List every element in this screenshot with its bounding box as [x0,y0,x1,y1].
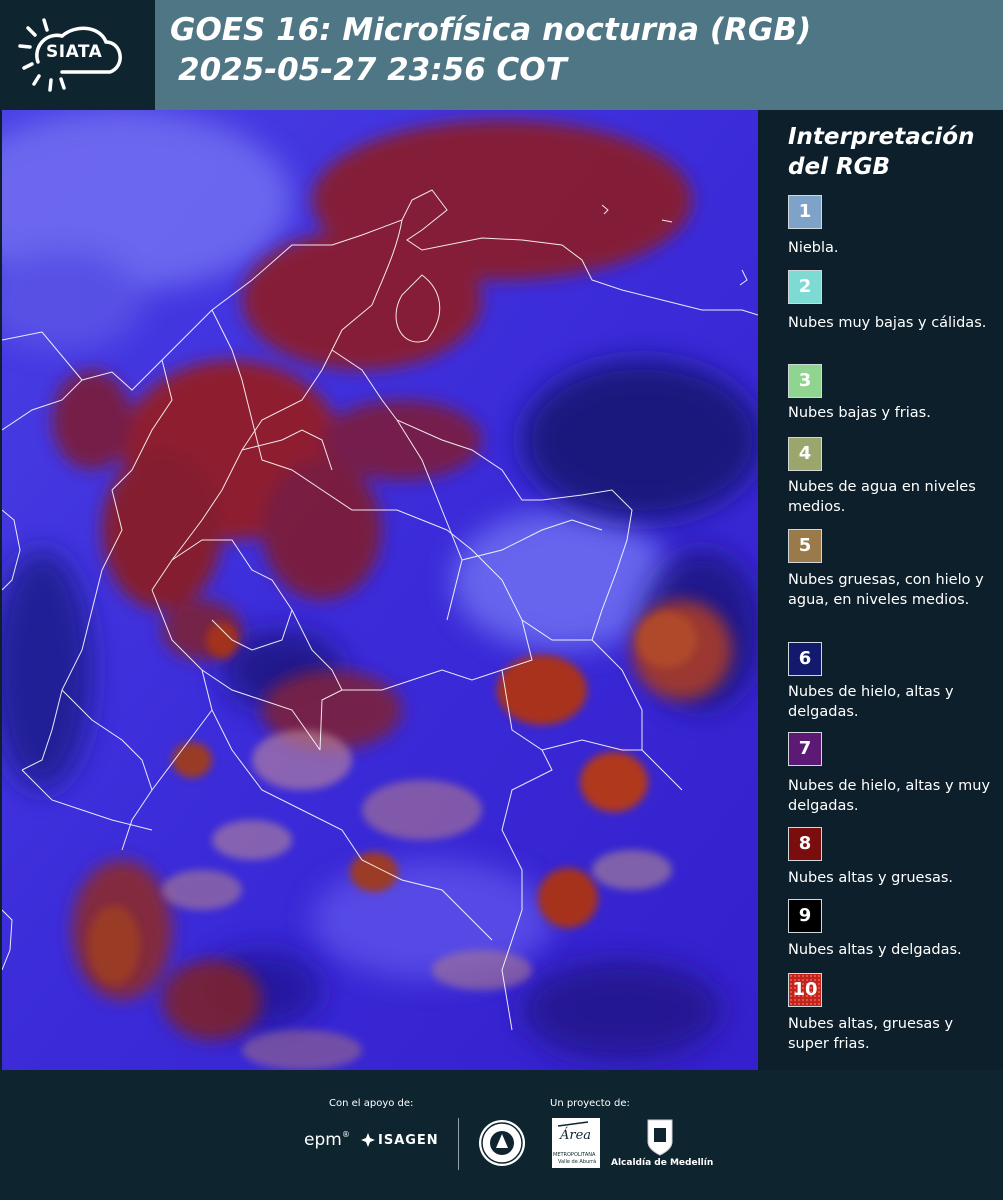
legend-swatch-3: 3 [788,364,822,398]
legend-label-7: Nubes de hielo, altas y muy delgadas. [788,778,991,814]
legend-number: 8 [798,833,812,854]
legend-number: 5 [798,535,812,556]
epm-logo: epm® [304,1130,350,1150]
legend-label-5: Nubes gruesas, con hielo y agua, en nive… [788,572,984,608]
legend-label-1: Niebla. [788,240,839,256]
legend-label-4: Nubes de agua en niveles medios. [788,479,976,515]
legend-swatch-2: 2 [788,270,822,304]
epm-logo-text: epm [304,1130,342,1150]
legend-swatch-10: 10 [788,973,822,1007]
legend-label-6: Nubes de hielo, altas y delgadas. [788,684,954,720]
legend-number: 3 [798,370,812,391]
legend-number: 9 [798,905,812,926]
legend-number: 1 [798,201,812,222]
area-logo-text: Área [560,1128,592,1143]
medellin-logo-text: Alcaldía de Medellín [611,1158,714,1168]
project-label: Un proyecto de: [550,1098,630,1109]
header-bar: SIATA GOES 16: Microfísica nocturna (RGB… [0,0,1003,110]
legend-number: 6 [798,648,812,669]
footer: Con el apoyo de: Un proyecto de: epm® IS… [0,1070,1003,1200]
legend-label-8: Nubes altas y gruesas. [788,870,954,886]
legend-number: 2 [798,276,812,297]
isagen-icon [361,1133,375,1147]
siata-logo-text: SIATA [46,42,103,62]
area-logo-subtitle-2: Valle de Aburrá [558,1159,597,1165]
legend-label-9: Nubes altas y delgadas. [788,942,962,958]
satellite-image [2,110,758,1070]
legend-title: Interpretación del RGB [788,124,975,180]
legend-swatch-9: 9 [788,899,822,933]
support-label: Con el apoyo de: [329,1098,414,1109]
isagen-logo: ISAGEN [378,1133,439,1148]
medellin-shield-icon [647,1119,673,1156]
timestamp: 2025-05-27 23:56 COT [178,52,567,88]
legend-swatch-7: 7 [788,732,822,766]
legend-swatch-6: 6 [788,642,822,676]
area-logo-subtitle: METROPOLITANA [553,1152,596,1158]
legend-label-3: Nubes bajas y frias. [788,405,931,421]
legend-label-2: Nubes muy bajas y cálidas. [788,315,987,331]
footer-divider [458,1118,459,1170]
legend-swatch-1: 1 [788,195,822,229]
legend-number: 4 [798,443,812,464]
institution-seal-icon [479,1120,525,1166]
logo-arrow [125,0,155,110]
legend-label-10: Nubes altas, gruesas y super frias. [788,1016,954,1052]
legend-swatch-4: 4 [788,437,822,471]
legend-swatch-5: 5 [788,529,822,563]
legend-panel: Interpretación del RGB 1 Niebla. 2 Nubes… [760,110,1003,1070]
legend-number: 7 [798,738,812,759]
page-title: GOES 16: Microfísica nocturna (RGB) [170,12,812,48]
legend-number: 10 [792,979,818,1000]
legend-swatch-8: 8 [788,827,822,861]
